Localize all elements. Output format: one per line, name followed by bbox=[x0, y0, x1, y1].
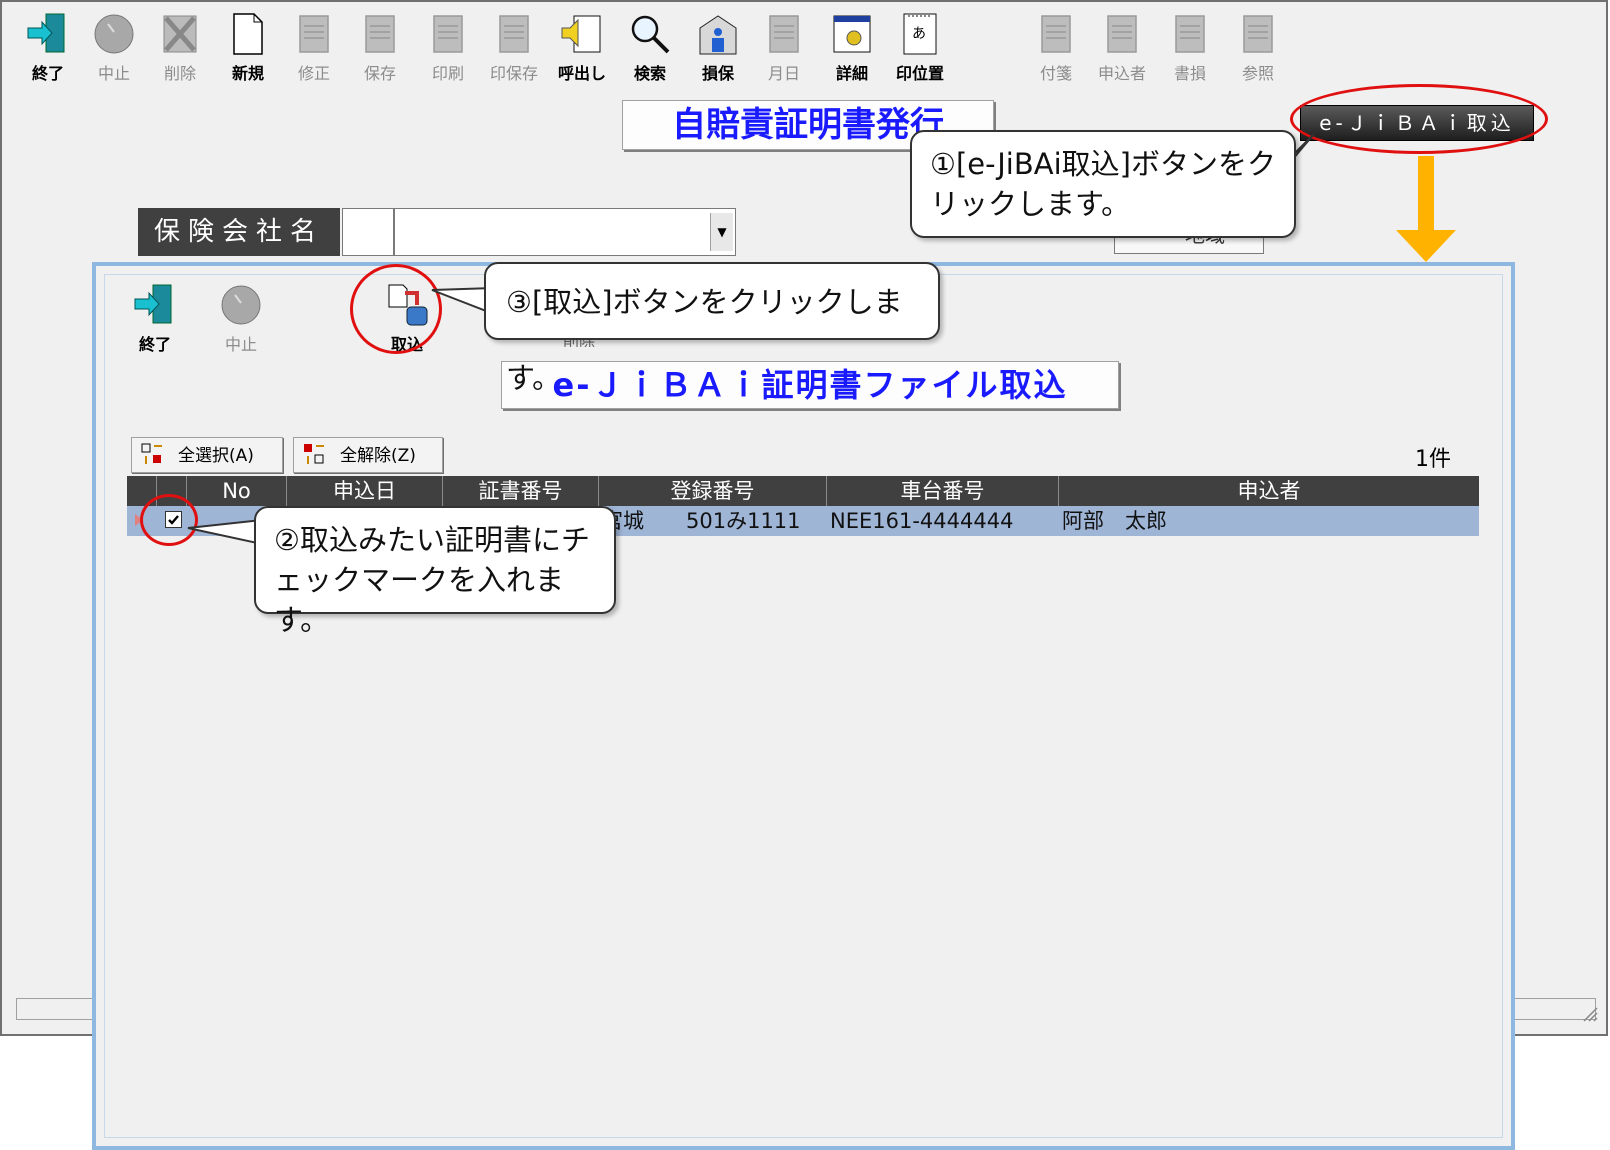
magnifier-icon bbox=[628, 12, 672, 56]
highlight-ring-import bbox=[350, 264, 442, 354]
toolbar-button-label: 月日 bbox=[767, 64, 800, 83]
toolbar-button-1[interactable]: 中止 bbox=[209, 279, 273, 357]
svg-text:あ: あ bbox=[912, 26, 926, 42]
select-all-icon bbox=[140, 442, 164, 466]
select-all-button[interactable]: 全選択(A) bbox=[131, 437, 283, 473]
toolbar-button-17[interactable]: 参照 bbox=[1226, 8, 1290, 86]
toolbar-button-label: 呼出し bbox=[557, 64, 606, 83]
chevron-down-icon[interactable]: ▼ bbox=[710, 213, 733, 251]
toolbar-button-14[interactable]: 付箋 bbox=[1024, 8, 1088, 86]
print-position-icon: あ bbox=[898, 12, 942, 56]
toolbar-button-7[interactable]: 印保存 bbox=[482, 8, 546, 86]
column-header-date[interactable]: 申込日 bbox=[287, 476, 443, 506]
toolbar-button-6[interactable]: 印刷 bbox=[416, 8, 480, 86]
save-icon bbox=[358, 12, 402, 56]
record-count: 1件 bbox=[1415, 447, 1451, 472]
spoiled-document-icon bbox=[1168, 12, 1212, 56]
column-header-applicant[interactable]: 申込者 bbox=[1059, 476, 1479, 506]
toolbar-button-label: 参照 bbox=[1241, 64, 1274, 83]
toolbar-button-0[interactable]: 終了 bbox=[16, 8, 80, 86]
insurance-company-code-field[interactable] bbox=[342, 208, 394, 256]
row-applicant: 阿部 太郎 bbox=[1062, 509, 1167, 533]
resize-grip-icon[interactable] bbox=[1580, 1004, 1598, 1022]
stop-circle-icon bbox=[92, 12, 136, 56]
column-header-no[interactable]: No bbox=[187, 476, 287, 506]
down-arrow-icon bbox=[1396, 156, 1456, 262]
sticky-note-icon bbox=[1034, 12, 1078, 56]
toolbar-button-label: 削除 bbox=[163, 64, 196, 83]
toolbar-button-8[interactable]: 呼出し bbox=[550, 8, 614, 86]
toolbar-button-label: 損保 bbox=[701, 64, 734, 83]
toolbar-button-label: 付箋 bbox=[1039, 64, 1072, 83]
toolbar-button-label: 保存 bbox=[363, 64, 396, 83]
exit-door-icon bbox=[26, 12, 70, 56]
dialog-title: e-ＪｉＢＡｉ証明書ファイル取込 bbox=[501, 361, 1119, 409]
insurance-company-label: 保険会社名 bbox=[138, 208, 340, 256]
toolbar-button-label: 新規 bbox=[231, 64, 264, 83]
print-save-icon bbox=[492, 12, 536, 56]
toolbar-button-13[interactable]: あ印位置 bbox=[888, 8, 952, 86]
callout-step2: ②取込みたい証明書にチェックマークを入れます。 bbox=[254, 506, 616, 637]
column-header-chassis[interactable]: 車台番号 bbox=[827, 476, 1059, 506]
toolbar-button-9[interactable]: 検索 bbox=[618, 8, 682, 86]
toolbar-button-label: 書損 bbox=[1173, 64, 1206, 83]
toolbar-button-5[interactable]: 保存 bbox=[348, 8, 412, 86]
recall-speaker-icon bbox=[560, 12, 604, 56]
toolbar-button-label: 検索 bbox=[633, 64, 666, 83]
select-all-label: 全選択(A) bbox=[178, 446, 254, 466]
row-chassis: NEE161-4444444 bbox=[830, 509, 1014, 533]
callout-step3: ③[取込]ボタンをクリックします。 bbox=[484, 262, 940, 395]
toolbar-button-label: 詳細 bbox=[835, 64, 868, 83]
toolbar-button-16[interactable]: 書損 bbox=[1158, 8, 1222, 86]
toolbar-button-label: 終了 bbox=[138, 335, 171, 354]
highlight-ring-ejibai bbox=[1290, 84, 1548, 154]
toolbar-button-1[interactable]: 中止 bbox=[82, 8, 146, 86]
toolbar-button-label: 印保存 bbox=[489, 64, 538, 83]
delete-x-icon bbox=[158, 12, 202, 56]
toolbar-button-12[interactable]: 詳細 bbox=[820, 8, 884, 86]
import-dialog-body: 終了 中止 取込 削除 e-ＪｉＢＡｉ証明書ファイル取込 全選択(A) 全解除(Z)… bbox=[104, 274, 1503, 1138]
toolbar-button-3[interactable]: 新規 bbox=[216, 8, 280, 86]
calendar-icon bbox=[762, 12, 806, 56]
reference-icon bbox=[1236, 12, 1280, 56]
toolbar-button-15[interactable]: 申込者 bbox=[1090, 8, 1154, 86]
toolbar-button-label: 印刷 bbox=[431, 64, 464, 83]
insurance-company-select[interactable]: ▼ bbox=[394, 208, 736, 256]
edit-document-icon bbox=[292, 12, 336, 56]
deselect-all-icon bbox=[302, 442, 326, 466]
callout-step1: ①[e-JiBAi取込]ボタンをクリックします。 bbox=[910, 130, 1296, 238]
toolbar-button-2[interactable]: 削除 bbox=[148, 8, 212, 86]
toolbar-button-4[interactable]: 修正 bbox=[282, 8, 346, 86]
column-header-cert-no[interactable]: 証書番号 bbox=[443, 476, 599, 506]
toolbar-button-0[interactable]: 終了 bbox=[123, 279, 187, 357]
new-document-icon bbox=[226, 12, 270, 56]
toolbar-button-label: 中止 bbox=[97, 64, 130, 83]
toolbar-button-label: 印位置 bbox=[895, 64, 944, 83]
stop-circle-icon bbox=[219, 283, 263, 327]
import-dialog: 終了 中止 取込 削除 e-ＪｉＢＡｉ証明書ファイル取込 全選択(A) 全解除(Z)… bbox=[92, 262, 1515, 1150]
applicant-icon bbox=[1100, 12, 1144, 56]
printer-icon bbox=[426, 12, 470, 56]
toolbar-button-label: 終了 bbox=[31, 64, 64, 83]
toolbar-button-label: 修正 bbox=[297, 64, 330, 83]
insurance-building-icon bbox=[696, 12, 740, 56]
row-reg-no: 宮城 501み1111 bbox=[602, 509, 801, 533]
callout-step1-text: ①[e-JiBAi取込]ボタンをクリックします。 bbox=[930, 147, 1276, 221]
toolbar-button-10[interactable]: 損保 bbox=[686, 8, 750, 86]
toolbar-button-label: 中止 bbox=[224, 335, 257, 354]
deselect-all-button[interactable]: 全解除(Z) bbox=[293, 437, 443, 473]
deselect-all-label: 全解除(Z) bbox=[340, 446, 416, 466]
column-header-reg-no[interactable]: 登録番号 bbox=[599, 476, 827, 506]
toolbar-button-label: 申込者 bbox=[1097, 64, 1146, 83]
toolbar-button-11[interactable]: 月日 bbox=[752, 8, 816, 86]
detail-window-icon bbox=[830, 12, 874, 56]
exit-door-icon bbox=[133, 283, 177, 327]
